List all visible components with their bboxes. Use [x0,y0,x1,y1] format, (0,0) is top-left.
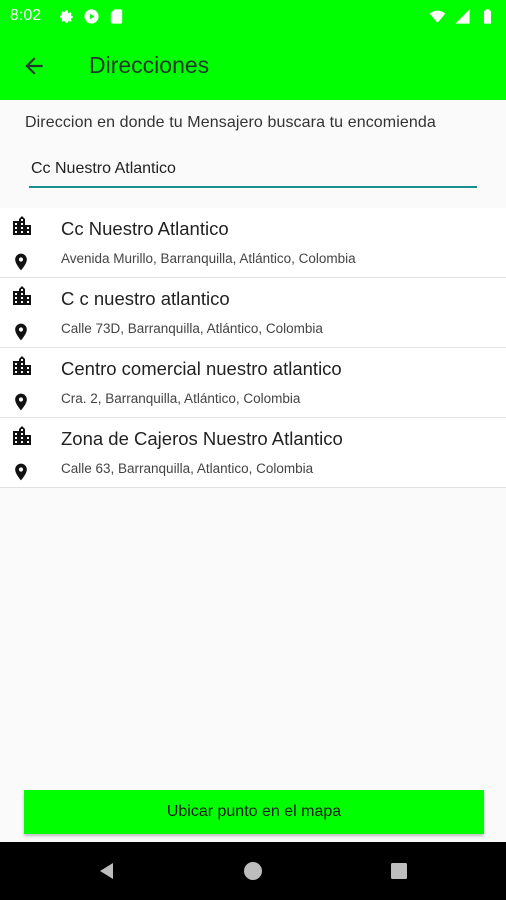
building-icon [13,426,31,445]
results-list: Cc Nuestro Atlantico Avenida Murillo, Ba… [0,208,506,488]
search-input[interactable] [29,158,477,180]
back-triangle-icon [100,863,113,879]
page-title: Direcciones [89,52,210,78]
result-name: Cc Nuestro Atlantico [61,218,229,239]
recents-square-icon [391,863,407,879]
status-time: 8:02 [10,7,42,24]
result-address: Calle 63, Barranquilla, Atlantico, Colom… [61,461,314,476]
wifi-icon [429,10,446,23]
location-pin-icon [15,393,27,411]
list-item[interactable]: Centro comercial nuestro atlantico Cra. … [0,348,506,418]
location-pin-icon [15,323,27,341]
list-item[interactable]: C c nuestro atlantico Calle 73D, Barranq… [0,278,506,348]
status-bar: 8:02 [0,0,506,32]
settings-icon [60,10,73,23]
status-icons-left [58,8,125,25]
result-address: Calle 73D, Barranquilla, Atlántico, Colo… [61,321,323,336]
back-button[interactable] [14,46,54,86]
app-bar: Direcciones [0,32,506,100]
list-item[interactable]: Zona de Cajeros Nuestro Atlantico Calle … [0,418,506,488]
instruction-text: Direccion en donde tu Mensajero buscara … [25,114,436,131]
result-name: C c nuestro atlantico [61,288,230,309]
location-pin-icon [15,253,27,271]
nav-home-button[interactable] [238,856,268,886]
list-item[interactable]: Cc Nuestro Atlantico Avenida Murillo, Ba… [0,208,506,278]
battery-icon [483,9,492,24]
result-address: Avenida Murillo, Barranquilla, Atlántico… [61,251,356,266]
nav-back-button[interactable] [92,856,122,886]
result-name: Zona de Cajeros Nuestro Atlantico [61,428,343,449]
cell-signal-icon [455,9,470,24]
nav-recents-button[interactable] [384,856,414,886]
home-circle-icon [244,862,262,880]
result-address: Cra. 2, Barranquilla, Atlántico, Colombi… [61,391,301,406]
system-nav-bar [0,842,506,900]
building-icon [13,286,31,305]
locate-on-map-button[interactable]: Ubicar punto en el mapa [24,790,484,834]
sd-card-icon [110,9,123,24]
building-icon [13,356,31,375]
status-icons-right [429,8,496,25]
result-name: Centro comercial nuestro atlantico [61,358,342,379]
building-icon [13,216,31,235]
search-field [29,158,477,188]
play-protect-icon [84,9,99,24]
location-pin-icon [15,463,27,481]
arrow-back-icon [25,57,43,75]
